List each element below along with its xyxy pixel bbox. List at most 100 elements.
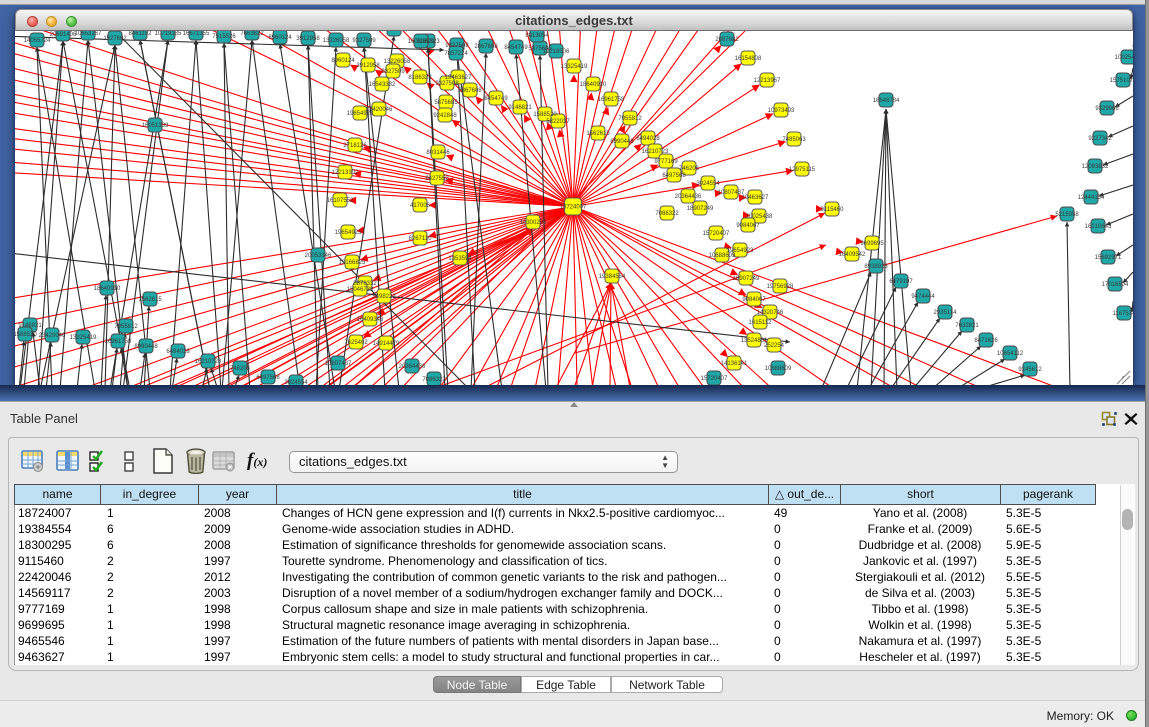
- svg-text:7625402: 7625402: [344, 340, 368, 346]
- svg-text:8813054: 8813054: [525, 33, 549, 39]
- svg-text:12975115: 12975115: [789, 167, 816, 173]
- svg-text:16210723: 16210723: [642, 149, 669, 155]
- svg-text:2935114: 2935114: [934, 310, 958, 316]
- svg-text:12213967: 12213967: [754, 78, 781, 84]
- svg-text:15692971: 15692971: [1095, 255, 1122, 261]
- svg-text:16046738: 16046738: [347, 287, 374, 293]
- svg-text:16033809: 16033809: [408, 39, 435, 45]
- svg-text:16107552: 16107552: [327, 198, 354, 204]
- svg-text:16154808: 16154808: [735, 56, 762, 62]
- svg-text:3912958: 3912958: [296, 36, 320, 42]
- svg-text:5215958: 5215958: [1055, 212, 1079, 218]
- svg-text:8960124: 8960124: [268, 35, 292, 41]
- svg-text:9699695: 9699695: [860, 241, 884, 247]
- svg-text:9327509: 9327509: [352, 38, 376, 44]
- svg-text:16961758: 16961758: [598, 97, 625, 103]
- svg-text:20053346: 20053346: [305, 253, 332, 259]
- svg-text:12444154: 12444154: [1078, 195, 1105, 201]
- svg-text:20364436: 20364436: [399, 364, 426, 370]
- svg-text:9327508: 9327508: [445, 43, 469, 49]
- svg-text:10688609: 10688609: [765, 366, 792, 372]
- svg-text:10807487: 10807487: [325, 361, 352, 367]
- svg-text:8471626: 8471626: [974, 338, 998, 344]
- svg-text:7086322: 7086322: [422, 377, 446, 383]
- svg-text:19218506: 19218506: [543, 49, 570, 55]
- svg-text:8267110: 8267110: [409, 236, 433, 242]
- svg-text:16210723: 16210723: [195, 359, 222, 365]
- svg-text:6494028: 6494028: [636, 136, 660, 142]
- svg-text:7955812: 7955812: [114, 324, 138, 330]
- svg-text:13325419: 13325419: [561, 64, 588, 70]
- svg-text:5322037: 5322037: [546, 119, 570, 125]
- svg-text:2867608: 2867608: [474, 44, 498, 50]
- svg-text:8454749: 8454749: [504, 45, 528, 51]
- svg-text:1588520: 1588520: [15, 332, 37, 338]
- svg-text:6497568: 6497568: [256, 375, 280, 381]
- svg-text:13226058: 13226058: [323, 38, 350, 44]
- svg-text:16648784: 16648784: [873, 98, 900, 104]
- svg-text:8461102: 8461102: [129, 31, 153, 37]
- svg-text:16210643: 16210643: [1085, 224, 1112, 230]
- svg-text:7515526: 7515526: [212, 34, 236, 40]
- svg-text:9084067: 9084067: [742, 297, 766, 303]
- svg-text:12093832: 12093832: [1082, 164, 1109, 170]
- svg-text:9084067: 9084067: [736, 223, 760, 229]
- svg-text:15751074: 15751074: [1110, 78, 1133, 84]
- svg-text:19756928: 19756928: [767, 284, 794, 290]
- svg-text:20691406: 20691406: [50, 32, 77, 38]
- svg-text:3912958: 3912958: [356, 63, 380, 69]
- svg-text:18640910: 18640910: [94, 286, 121, 292]
- svg-text:9146821: 9146821: [508, 105, 532, 111]
- svg-text:1562615: 1562615: [138, 297, 162, 303]
- svg-text:10719185: 10719185: [155, 31, 182, 37]
- svg-text:8031446: 8031446: [426, 150, 450, 156]
- svg-text:18300295: 18300295: [520, 220, 547, 226]
- svg-text:1167534: 1167534: [1113, 311, 1133, 317]
- svg-text:1353594: 1353594: [448, 256, 472, 262]
- svg-text:7485063: 7485063: [782, 137, 806, 143]
- svg-text:13226058: 13226058: [384, 59, 411, 65]
- svg-text:23420046: 23420046: [39, 333, 66, 339]
- svg-text:19166825: 19166825: [339, 260, 366, 266]
- svg-text:16409348: 16409348: [357, 317, 384, 323]
- svg-text:6479197: 6479197: [889, 279, 913, 285]
- svg-text:16051339: 16051339: [142, 123, 169, 129]
- svg-text:15720407: 15720407: [701, 376, 728, 382]
- svg-text:2087682: 2087682: [715, 37, 739, 43]
- svg-text:6494028: 6494028: [166, 349, 190, 355]
- svg-text:16409542: 16409542: [839, 252, 866, 258]
- svg-text:7955812: 7955812: [618, 116, 642, 122]
- svg-text:16543382: 16543382: [369, 82, 396, 88]
- svg-text:7632621: 7632621: [955, 323, 979, 329]
- svg-text:8454749: 8454749: [484, 96, 508, 102]
- svg-text:14055724: 14055724: [24, 38, 51, 44]
- svg-text:6497568: 6497568: [662, 173, 686, 179]
- svg-text:8990448: 8990448: [610, 139, 634, 145]
- svg-text:10653267: 10653267: [75, 31, 102, 37]
- svg-text:8186323: 8186323: [408, 75, 432, 81]
- svg-text:12213302: 12213302: [332, 170, 359, 176]
- svg-text:14136141: 14136141: [721, 361, 748, 367]
- svg-text:15720407: 15720407: [703, 231, 730, 237]
- svg-text:10025438: 10025438: [746, 214, 773, 220]
- svg-text:16543382: 16543382: [381, 31, 408, 33]
- svg-text:9327508: 9327508: [435, 81, 459, 87]
- svg-text:19654923: 19654923: [347, 111, 374, 117]
- svg-text:18640910: 18640910: [580, 82, 607, 88]
- svg-text:5875685: 5875685: [434, 100, 458, 106]
- svg-text:16961758: 16961758: [105, 339, 132, 345]
- svg-text:8960124: 8960124: [331, 58, 355, 64]
- svg-text:13325419: 13325419: [70, 335, 97, 341]
- svg-text:16671355: 16671355: [183, 31, 210, 37]
- svg-text:1615112: 1615112: [749, 320, 773, 326]
- svg-text:18907249: 18907249: [733, 276, 760, 282]
- svg-text:14320746: 14320746: [757, 310, 784, 316]
- svg-text:9146821: 9146821: [18, 323, 42, 329]
- svg-text:3024554: 3024554: [696, 181, 720, 187]
- svg-text:10973493: 10973493: [768, 108, 795, 114]
- svg-text:9427552: 9427552: [425, 176, 449, 182]
- svg-text:2718126: 2718126: [343, 143, 367, 149]
- svg-text:1588520: 1588520: [533, 112, 557, 118]
- svg-text:7086322: 7086322: [655, 211, 679, 217]
- svg-text:252254: 252254: [764, 343, 785, 349]
